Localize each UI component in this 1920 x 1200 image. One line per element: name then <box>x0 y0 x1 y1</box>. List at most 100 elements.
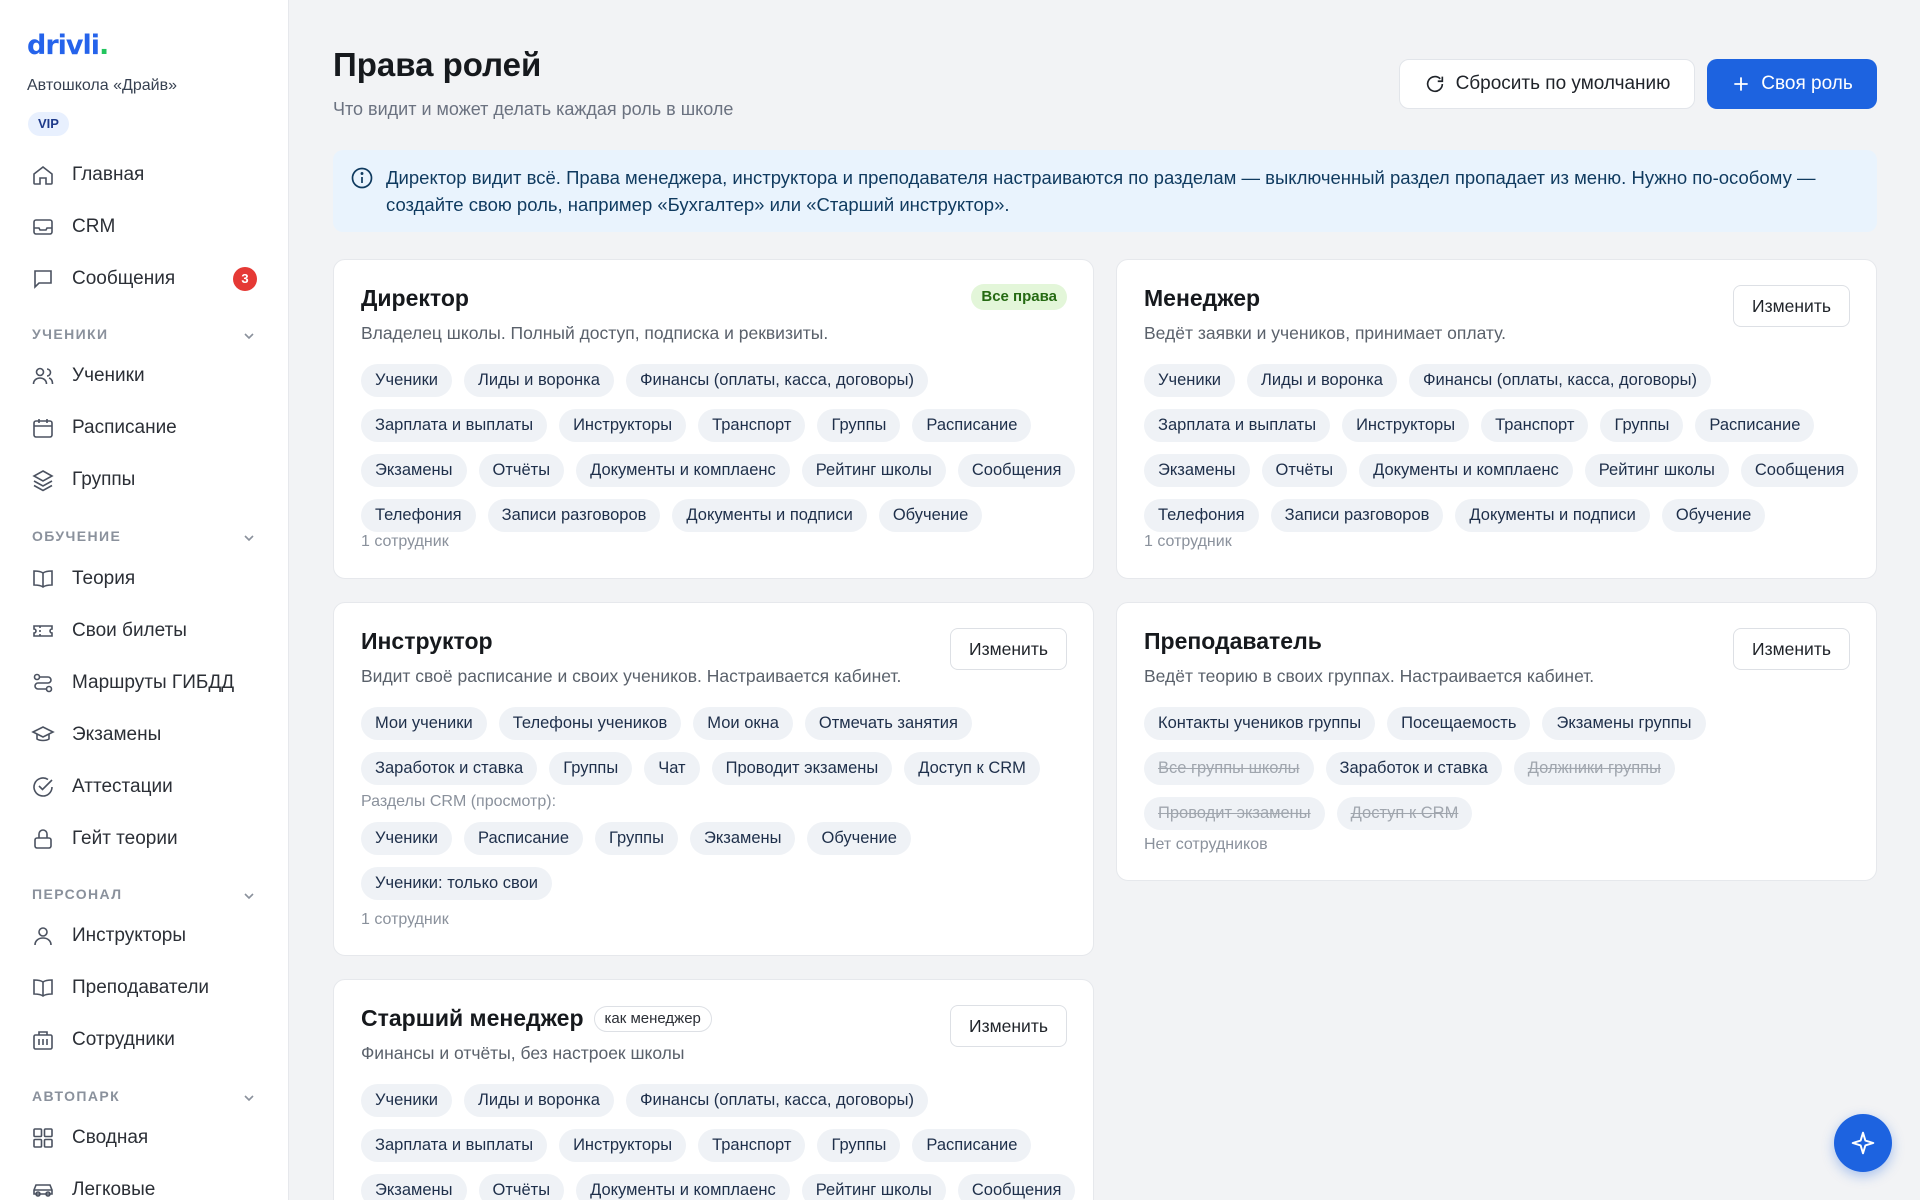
edit-role-button[interactable]: Изменить <box>1733 285 1850 327</box>
users-icon <box>31 364 55 388</box>
graduation-cap-icon <box>31 723 55 747</box>
role-description: Ведёт теорию в своих группах. Настраивае… <box>1144 666 1595 686</box>
permission-chip: Обучение <box>1661 499 1766 532</box>
permission-chip: Сообщения <box>957 1174 1076 1200</box>
permission-chip: Финансы (оплаты, касса, договоры) <box>1408 364 1711 397</box>
calendar-icon <box>31 416 55 440</box>
permission-chip: Расписание <box>912 1129 1032 1162</box>
permission-chip: Сообщения <box>1740 454 1859 487</box>
vip-badge: VIP <box>28 112 69 136</box>
reset-defaults-button[interactable]: Сбросить по умолчанию <box>1399 59 1695 109</box>
permission-chip: Лиды и воронка <box>1247 364 1397 397</box>
check-circle-icon <box>31 775 55 799</box>
permission-chip: Чат <box>644 752 700 785</box>
permission-chip: Телефоны учеников <box>498 707 682 740</box>
permission-chip: Экзамены группы <box>1542 707 1706 740</box>
grid-icon <box>31 1126 55 1150</box>
permission-chip-disabled: Все группы школы <box>1144 752 1314 785</box>
section-education[interactable]: ОБУЧЕНИЕ <box>32 528 257 548</box>
nav-item-schedule[interactable]: Расписание <box>0 406 289 450</box>
nav-item-employees[interactable]: Сотрудники <box>0 1018 289 1062</box>
permission-chip: Зарплата и выплаты <box>1144 409 1331 442</box>
permission-chip: Экзамены <box>361 1174 467 1200</box>
nav-item-theory-gate[interactable]: Гейт теории <box>0 817 289 861</box>
permission-chip: Зарплата и выплаты <box>361 1129 548 1162</box>
nav-item-messages[interactable]: Сообщения 3 <box>0 257 289 301</box>
permission-chip: Документы и подписи <box>1455 499 1650 532</box>
nav-item-theory[interactable]: Теория <box>0 557 289 601</box>
section-fleet[interactable]: АВТОПАРК <box>32 1088 257 1108</box>
permission-chips: Ученики Лиды и воронка Финансы (оплаты, ка… <box>361 364 1081 532</box>
route-icon <box>31 671 55 695</box>
role-title: Старший менеджер как менеджер <box>361 1005 712 1032</box>
chevron-down-icon <box>244 535 254 542</box>
unread-badge: 3 <box>233 267 257 291</box>
employee-count: 1 сотрудник <box>361 911 449 928</box>
role-description: Финансы и отчёты, без настроек школы <box>361 1043 685 1063</box>
permission-chip: Обучение <box>878 499 983 532</box>
nav-item-routes[interactable]: Маршруты ГИБДД <box>0 661 289 705</box>
permission-chip: Отчёты <box>478 1174 565 1200</box>
permission-chip: Телефония <box>361 499 476 532</box>
add-role-button[interactable]: Своя роль <box>1707 59 1877 109</box>
permission-chip: Отчёты <box>1261 454 1348 487</box>
lock-icon <box>31 827 55 851</box>
permission-chips: Ученики Лиды и воронка Финансы (оплаты, ка… <box>1144 364 1864 532</box>
permission-chip: Документы и подписи <box>672 499 867 532</box>
ticket-icon <box>31 619 55 643</box>
nav-item-tickets[interactable]: Свои билеты <box>0 609 289 653</box>
crm-sections-label: Разделы CRM (просмотр): <box>361 793 557 810</box>
nav-item-groups[interactable]: Группы <box>0 458 289 502</box>
page-title: Права ролей <box>333 46 542 83</box>
logo[interactable]: drivli. <box>27 30 109 61</box>
nav-item-crm[interactable]: CRM <box>0 205 289 249</box>
section-staff[interactable]: ПЕРСОНАЛ <box>32 886 257 906</box>
permission-chip: Документы и комплаенс <box>576 1174 790 1200</box>
permission-chip: Доступ к CRM <box>904 752 1040 785</box>
nav-item-students[interactable]: Ученики <box>0 354 289 398</box>
role-description: Ведёт заявки и учеников, принимает оплат… <box>1144 323 1507 343</box>
role-card-teacher: Преподаватель Изменить Ведёт теорию в св… <box>1116 602 1877 881</box>
nav-item-instructors[interactable]: Инструкторы <box>0 914 289 958</box>
permission-chip: Группы <box>817 409 901 442</box>
school-name: Автошкола «Драйв» <box>27 77 177 94</box>
permission-chip: Транспорт <box>1481 409 1589 442</box>
permission-chip: Заработок и ставка <box>361 752 538 785</box>
permission-chip: Посещаемость <box>1387 707 1531 740</box>
edit-role-button[interactable]: Изменить <box>950 1005 1067 1047</box>
permission-chip-disabled: Должники группы <box>1513 752 1675 785</box>
nav-item-teachers[interactable]: Преподаватели <box>0 966 289 1010</box>
employee-count: 1 сотрудник <box>361 533 449 550</box>
book-open-icon <box>31 976 55 1000</box>
permission-chip: Инструкторы <box>559 409 687 442</box>
edit-role-button[interactable]: Изменить <box>1733 628 1850 670</box>
edit-role-button[interactable]: Изменить <box>950 628 1067 670</box>
permission-chip: Ученики <box>361 1084 453 1117</box>
nav-item-summary[interactable]: Сводная <box>0 1116 289 1160</box>
employee-count: Нет сотрудников <box>1144 836 1268 853</box>
book-icon <box>31 567 55 591</box>
permission-chip: Расписание <box>1695 409 1815 442</box>
nav-item-cars[interactable]: Легковые <box>0 1168 289 1200</box>
permission-chip: Контакты учеников группы <box>1144 707 1376 740</box>
nav-item-attestations[interactable]: Аттестации <box>0 765 289 809</box>
section-students[interactable]: УЧЕНИКИ <box>32 326 257 346</box>
role-card-director: Директор Все права Владелец школы. Полны… <box>333 259 1094 579</box>
permission-chip: Экзамены <box>1144 454 1250 487</box>
home-icon <box>31 163 55 187</box>
chat-icon <box>31 267 55 291</box>
permission-chip: Отчёты <box>478 454 565 487</box>
chevron-down-icon <box>244 1095 254 1102</box>
permission-chip: Ученики <box>1144 364 1236 397</box>
all-rights-badge: Все права <box>971 284 1067 310</box>
inbox-icon <box>31 215 55 239</box>
chevron-down-icon <box>244 333 254 340</box>
permission-chip: Экзамены <box>689 822 796 855</box>
permission-chip: Инструкторы <box>559 1129 687 1162</box>
car-icon <box>31 1178 55 1200</box>
assistant-button[interactable] <box>1834 1114 1892 1172</box>
info-icon <box>351 167 373 189</box>
nav-item-exams[interactable]: Экзамены <box>0 713 289 757</box>
nav-item-home[interactable]: Главная <box>0 153 289 197</box>
permission-chip: Группы <box>1600 409 1684 442</box>
